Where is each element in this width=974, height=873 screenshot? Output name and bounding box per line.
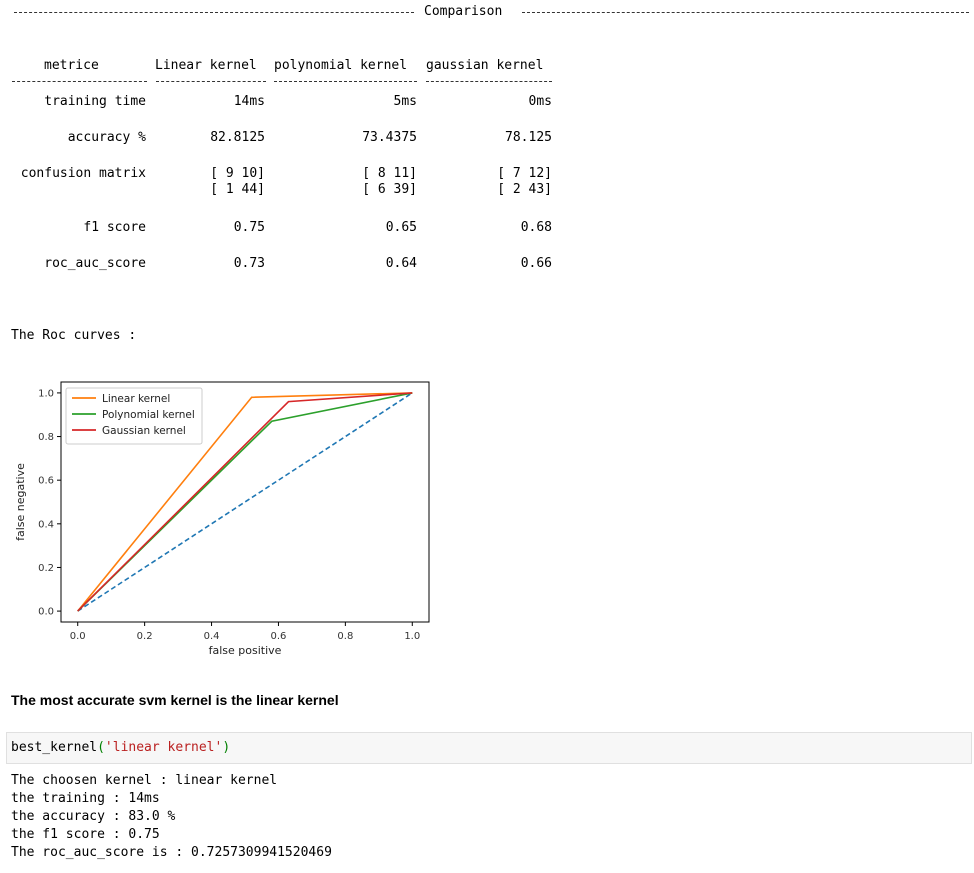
col-header-gaussian: gaussian kernel xyxy=(426,58,544,73)
output-line: The choosen kernel : linear kernel xyxy=(11,773,278,788)
table-cell: 0ms xyxy=(528,94,552,109)
table-cell: 73.4375 xyxy=(362,130,417,145)
x-axis-label: false positive xyxy=(209,644,282,657)
comparison-title-row: Comparison xyxy=(14,4,969,20)
legend-label: Gaussian kernel xyxy=(102,425,186,437)
legend-label: Linear kernel xyxy=(102,393,170,405)
x-tick-label: 0.4 xyxy=(204,631,220,642)
y-axis-label: false negative xyxy=(14,463,27,541)
roc-chart: 0.0 0.2 0.4 0.6 0.8 1.0 0.0 0.2 0.4 0.6 0.8 1.0 fals… xyxy=(14,381,430,657)
output-line: the training : 14ms xyxy=(11,791,160,806)
row-label-accuracy: accuracy % xyxy=(67,130,146,145)
conclusion-text: The most accurate svm kernel is the line… xyxy=(11,692,339,708)
x-tick-label: 1.0 xyxy=(404,631,420,642)
code-string-arg: 'linear kernel' xyxy=(104,740,223,755)
table-cell: 0.66 xyxy=(520,256,552,271)
table-cell: 0.64 xyxy=(385,256,417,271)
table-cell: [ 1 44] xyxy=(210,182,265,197)
col-header-polynomial: polynomial kernel xyxy=(274,58,408,73)
y-tick-label: 1.0 xyxy=(38,388,54,399)
y-tick-label: 0.6 xyxy=(38,476,54,487)
comparison-title: Comparison xyxy=(424,4,503,19)
x-tick-label: 0.2 xyxy=(137,631,153,642)
code-cell[interactable]: best_kernel('linear kernel') xyxy=(6,732,972,764)
code-close-paren: ) xyxy=(222,740,231,755)
x-tick-label: 0.0 xyxy=(70,631,86,642)
output-line: the accuracy : 83.0 % xyxy=(11,809,176,824)
row-label-f1-score: f1 score xyxy=(83,220,146,235)
table-cell: [ 6 39] xyxy=(362,182,417,197)
legend-label: Polynomial kernel xyxy=(102,409,195,421)
row-label-training-time: training time xyxy=(44,94,146,109)
roc-heading: The Roc curves : xyxy=(11,328,137,343)
row-label-roc-auc: roc_auc_score xyxy=(44,256,146,271)
y-tick-label: 0.2 xyxy=(38,563,54,574)
table-cell: 0.73 xyxy=(233,256,265,271)
output-line: The roc_auc_score is : 0.725730994152046… xyxy=(11,845,332,860)
header-separator xyxy=(426,81,552,82)
col-header-metrice: metrice xyxy=(44,58,99,73)
header-separator xyxy=(12,81,147,82)
table-cell: 0.75 xyxy=(233,220,265,235)
table-cell: 0.65 xyxy=(385,220,417,235)
table-cell: 78.125 xyxy=(505,130,552,145)
x-tick-label: 0.8 xyxy=(337,631,353,642)
table-cell: [ 2 43] xyxy=(497,182,552,197)
plot-area: 0.0 0.2 0.4 0.6 0.8 1.0 0.0 0.2 0.4 0.6 0.8 1.0 fals… xyxy=(14,381,430,657)
header-separator xyxy=(156,81,266,82)
table-cell: 0.68 xyxy=(520,220,552,235)
table-cell: 82.8125 xyxy=(210,130,265,145)
table-cell: 14ms xyxy=(233,94,265,109)
title-dash-left xyxy=(14,12,414,13)
col-header-linear: Linear kernel xyxy=(155,58,257,73)
code-function: best_kernel xyxy=(11,740,98,755)
table-cell: 5ms xyxy=(393,94,417,109)
y-tick-label: 0.4 xyxy=(38,519,54,530)
title-dash-right xyxy=(522,12,969,13)
row-label-confusion-matrix: confusion matrix xyxy=(20,166,146,181)
code-line[interactable]: best_kernel('linear kernel') xyxy=(11,739,230,757)
y-tick-label: 0.8 xyxy=(38,432,54,443)
code-open-paren: ( xyxy=(97,740,105,755)
x-tick-label: 0.6 xyxy=(271,631,287,642)
output-line: the f1 score : 0.75 xyxy=(11,827,160,842)
header-separator xyxy=(274,81,417,82)
y-tick-label: 0.0 xyxy=(38,607,54,618)
